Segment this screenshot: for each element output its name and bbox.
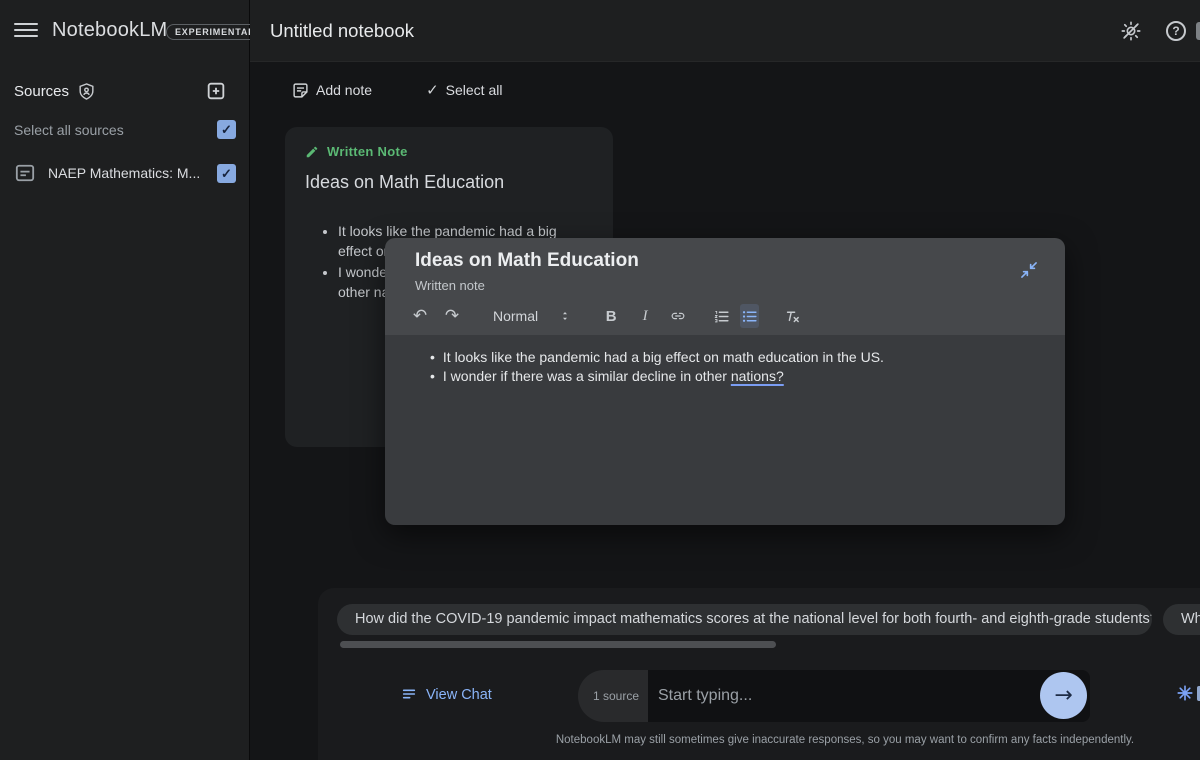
editor-bullet-text: I wonder if there was a similar decline … xyxy=(443,368,731,384)
clear-formatting-button[interactable] xyxy=(783,304,801,328)
note-card-title: Ideas on Math Education xyxy=(305,172,593,193)
editor-toolbar: ↶ ↷ Normal B I xyxy=(411,302,801,330)
add-note-button[interactable]: Add note xyxy=(292,82,372,99)
menu-icon[interactable] xyxy=(14,23,38,39)
undo-button[interactable]: ↶ xyxy=(411,304,429,328)
add-source-button[interactable] xyxy=(205,80,227,102)
experimental-badge: EXPERIMENTAL xyxy=(166,24,263,40)
note-editor-header: Ideas on Math Education Written note ↶ ↷… xyxy=(385,238,1065,335)
notes-toolbar: Add note ✓ Select all xyxy=(292,81,502,99)
spellcheck-underlined-word[interactable]: nations? xyxy=(731,368,784,384)
notebooklm-app: NotebookLM EXPERIMENTAL Sources Select a… xyxy=(0,0,1200,760)
source-checkbox[interactable]: ✓ xyxy=(217,164,236,183)
chat-input[interactable] xyxy=(658,670,988,722)
chat-panel: How did the COVID-19 pandemic impact mat… xyxy=(318,588,1200,760)
link-button[interactable] xyxy=(668,304,688,328)
suggested-question-chip[interactable]: How did the COVID-19 pandemic impact mat… xyxy=(337,604,1152,635)
italic-button[interactable]: I xyxy=(636,304,654,328)
disclaimer-text: NotebookLM may still sometimes give inac… xyxy=(490,734,1200,746)
note-type-label: Written Note xyxy=(327,144,408,159)
chat-input-area: → xyxy=(648,670,1090,722)
editor-bullet-text: It looks like the pandemic had a big eff… xyxy=(443,349,884,365)
bold-button[interactable]: B xyxy=(602,304,620,328)
view-chat-button[interactable]: View Chat xyxy=(401,687,492,703)
dark-mode-toggle-icon[interactable] xyxy=(1120,20,1142,42)
ordered-list-button[interactable] xyxy=(712,304,730,328)
unfold-icon[interactable] xyxy=(556,304,574,328)
collapse-icon[interactable] xyxy=(1019,260,1039,280)
redo-button[interactable]: ↷ xyxy=(443,304,461,328)
sources-sidebar: NotebookLM EXPERIMENTAL Sources Select a… xyxy=(0,0,250,760)
help-icon[interactable]: ? xyxy=(1166,21,1186,41)
note-editor-modal: Ideas on Math Education Written note ↶ ↷… xyxy=(385,238,1065,525)
source-list-item[interactable]: NAEP Mathematics: M... ✓ xyxy=(14,163,236,183)
top-header: Untitled notebook ? xyxy=(250,0,1200,62)
bullet-list-button[interactable] xyxy=(740,304,759,328)
clipped-header-element xyxy=(1196,22,1200,40)
select-all-notes-label: Select all xyxy=(446,82,503,98)
select-all-sources-checkbox[interactable]: ✓ xyxy=(217,120,236,139)
suggested-question-chip[interactable]: Wha xyxy=(1163,604,1200,635)
editor-bullet: I wonder if there was a similar decline … xyxy=(430,367,1041,386)
sources-label: Sources xyxy=(14,83,69,100)
editor-subtitle: Written note xyxy=(415,278,485,293)
sparkle-icon[interactable] xyxy=(1176,684,1194,702)
view-chat-label: View Chat xyxy=(426,687,492,703)
source-document-icon xyxy=(14,163,36,183)
note-icon xyxy=(292,82,309,99)
notebook-title[interactable]: Untitled notebook xyxy=(270,20,414,42)
editor-title: Ideas on Math Education xyxy=(415,250,639,272)
sources-header: Sources xyxy=(14,82,96,101)
shield-icon xyxy=(77,82,96,101)
note-editor-body[interactable]: It looks like the pandemic had a big eff… xyxy=(385,335,1065,525)
send-button[interactable]: → xyxy=(1040,672,1087,719)
pencil-icon xyxy=(305,145,319,159)
add-note-label: Add note xyxy=(316,82,372,98)
chat-icon xyxy=(401,687,417,703)
source-count-badge: 1 source xyxy=(578,670,648,722)
paragraph-style-dropdown[interactable]: Normal xyxy=(493,304,538,328)
select-all-sources-row: Select all sources ✓ xyxy=(14,120,236,139)
note-type-row: Written Note xyxy=(305,144,593,159)
chips-scrollbar[interactable] xyxy=(340,641,776,648)
select-all-sources-label: Select all sources xyxy=(14,122,124,138)
source-name: NAEP Mathematics: M... xyxy=(48,165,200,181)
check-icon: ✓ xyxy=(426,81,439,99)
editor-bullets: It looks like the pandemic had a big eff… xyxy=(430,348,1041,386)
editor-bullet: It looks like the pandemic had a big eff… xyxy=(430,348,1041,367)
select-all-notes-button[interactable]: ✓ Select all xyxy=(426,81,502,99)
app-logo: NotebookLM xyxy=(52,19,167,42)
